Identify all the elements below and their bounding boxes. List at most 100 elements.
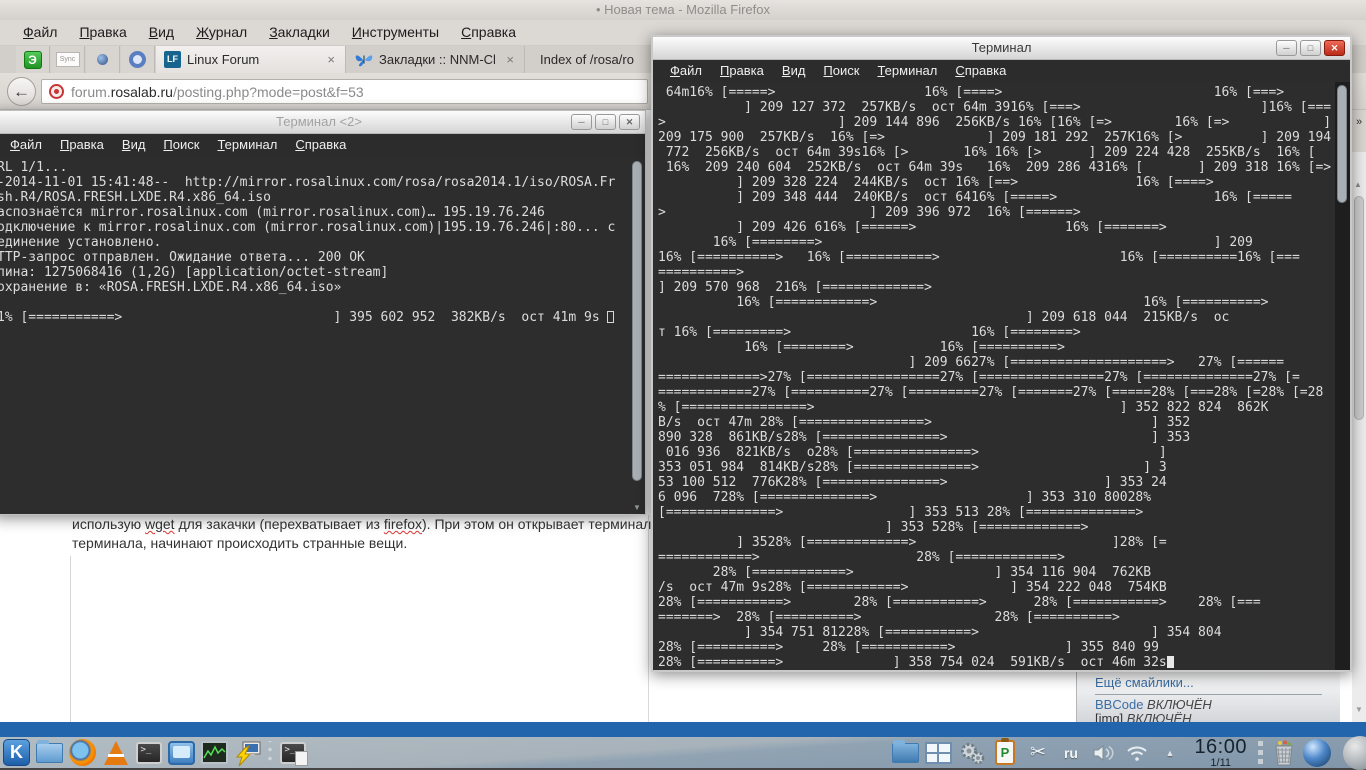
tab-linux-forum[interactable]: LF Linux Forum × — [156, 46, 346, 73]
panel-edge-button[interactable] — [1334, 738, 1365, 768]
firefox-icon — [69, 739, 96, 766]
terminal-line: единение установлено. — [0, 235, 630, 250]
page-scrollbar[interactable]: » ▲ ▼ — [1352, 110, 1366, 722]
menu-item[interactable]: Файл — [661, 60, 711, 82]
pinned-tab-1[interactable]: Э — [16, 46, 50, 73]
more-smilies-link[interactable]: Ещё смайлики... — [1095, 675, 1340, 690]
terminal-line: лина: 1275068416 (1,2G) [application/oct… — [0, 265, 630, 280]
menu-item[interactable]: Справка — [946, 60, 1015, 82]
close-button[interactable]: ✕ — [1324, 40, 1345, 56]
tab-nnm-club[interactable]: Закладки :: NNM-Club × — [347, 46, 525, 73]
url-bar[interactable]: forum.rosalab.ru/posting.php?mode=post&f… — [41, 79, 648, 104]
downloads-tray-icon[interactable] — [890, 738, 921, 768]
menu-item[interactable]: Поиск — [814, 60, 868, 82]
menu-item[interactable]: Вид — [773, 60, 815, 82]
terminal-launcher[interactable]: >_ — [133, 738, 164, 768]
terminal-line: [==============> ] 353 513 28% [========… — [658, 505, 1335, 520]
menu-item[interactable]: Терминал — [868, 60, 946, 82]
terminal-line: B/s ост 47m 28% [================> ] 352 — [658, 415, 1335, 430]
terminal-titlebar[interactable]: Терминал ─ □ ✕ — [653, 37, 1350, 60]
kmenu-button[interactable]: K — [1, 738, 32, 768]
scissors-tray[interactable]: ✂ — [1022, 738, 1053, 768]
menu-item[interactable]: Поиск — [154, 134, 208, 156]
clipboard-icon: P — [995, 740, 1015, 765]
terminal-icon: >_ — [136, 742, 162, 764]
scroll-up-icon[interactable]: ▲ — [1354, 180, 1362, 189]
remote-desktop-launcher[interactable] — [232, 738, 263, 768]
edge-circle-icon — [1343, 736, 1366, 770]
menu-item[interactable]: Закладки — [258, 20, 341, 45]
terminal2-scrollbar[interactable]: ▼ — [630, 157, 645, 514]
gears-icon — [958, 740, 986, 766]
pager-widget[interactable] — [923, 738, 954, 768]
terminal-line: т 16% [=========> 16% [========> — [658, 325, 1335, 340]
scroll-down-icon[interactable]: ▼ — [633, 503, 641, 512]
scrollbar-thumb[interactable] — [1337, 85, 1347, 203]
window-title: Терминал — [653, 37, 1350, 59]
terminal2-titlebar[interactable]: Терминал <2> ─ □ ✕ — [0, 111, 645, 134]
menu-item[interactable]: Правка — [51, 134, 113, 156]
scrollbar-thumb[interactable] — [1354, 196, 1364, 420]
menu-item[interactable]: Справка — [450, 20, 527, 45]
posting-sidebar: Ещё смайлики... BBCode ВКЛЮЧЁН [img] ВКЛ… — [1076, 672, 1340, 722]
vlc-cone-icon — [104, 741, 128, 765]
updater-widget[interactable] — [1301, 738, 1332, 768]
clock-widget[interactable]: 16:00 1/11 — [1194, 737, 1247, 769]
terminal2-output: RL 1/1...-2014-11-01 15:41:48-- http://m… — [0, 157, 630, 514]
terminal-cursor — [1167, 656, 1174, 668]
scrollbar-thumb[interactable] — [632, 161, 642, 481]
wifi-tray[interactable] — [1121, 738, 1152, 768]
menu-item[interactable]: Файл — [12, 20, 68, 45]
wifi-icon — [1124, 743, 1150, 763]
butterfly-favicon — [355, 52, 373, 68]
klipper-tray[interactable]: P — [989, 738, 1020, 768]
maximize-button[interactable]: □ — [595, 114, 616, 130]
menu-item[interactable]: Журнал — [185, 20, 258, 45]
pinned-tab-2[interactable]: Sync — [51, 46, 85, 73]
file-manager-launcher[interactable] — [34, 738, 65, 768]
tray-expander[interactable]: ▲ — [1154, 738, 1185, 768]
terminal-scrollbar[interactable] — [1335, 82, 1350, 670]
menu-item[interactable]: Справка — [286, 134, 355, 156]
terminal-line: одключение к mirror.rosalinux.com (mirro… — [0, 220, 630, 235]
minimize-button[interactable]: ─ — [1276, 40, 1297, 56]
menu-item[interactable]: Инструменты — [341, 20, 450, 45]
system-monitor-launcher[interactable] — [199, 738, 230, 768]
close-button[interactable]: ✕ — [619, 114, 640, 130]
trash-widget[interactable] — [1268, 738, 1299, 768]
tab-close-icon[interactable]: × — [504, 52, 516, 67]
bbcode-status: BBCode ВКЛЮЧЁН — [1095, 698, 1340, 712]
keyboard-layout-indicator[interactable]: ru — [1055, 738, 1086, 768]
vlc-launcher[interactable] — [100, 738, 131, 768]
volume-tray[interactable] — [1088, 738, 1119, 768]
blue-dot-tab-icon — [97, 54, 108, 65]
firefox-titlebar[interactable]: • Новая тема - Mozilla Firefox — [0, 0, 1366, 20]
tab-close-icon[interactable]: × — [325, 52, 337, 67]
minimize-button[interactable]: ─ — [571, 114, 592, 130]
terminal-line: ] 3528% [=============> ]28% [= — [658, 535, 1335, 550]
terminal-line: =============>27% [=================27% … — [658, 370, 1335, 385]
terminal-line: =======> 28% [==========> 28% [=========… — [658, 610, 1335, 625]
url-text: forum.rosalab.ru/posting.php?mode=post&f… — [71, 84, 364, 100]
pinned-tab-4[interactable] — [121, 46, 155, 73]
blue-sphere-icon — [1303, 739, 1331, 767]
menu-item[interactable]: Вид — [138, 20, 185, 45]
firefox-launcher[interactable] — [67, 738, 98, 768]
pinned-tab-3[interactable] — [86, 46, 120, 73]
system-settings-tray[interactable] — [956, 738, 987, 768]
menu-item[interactable]: Файл — [1, 134, 51, 156]
menu-item[interactable]: Терминал — [208, 134, 286, 156]
maximize-button[interactable]: □ — [1300, 40, 1321, 56]
scroll-down-icon[interactable]: ▼ — [1355, 705, 1363, 714]
terminal-line: ============27% [==========27% [========… — [658, 385, 1335, 400]
menu-item[interactable]: Вид — [113, 134, 155, 156]
terminal-line — [0, 295, 630, 310]
menu-item[interactable]: Правка — [68, 20, 137, 45]
menu-item[interactable]: Правка — [711, 60, 773, 82]
toolbar-overflow-button[interactable]: » — [1352, 110, 1366, 152]
terminal-session-task[interactable]: >_ — [277, 738, 308, 768]
terminal-line: ] 209 6627% [====================> 27% [… — [658, 355, 1335, 370]
terminal-line: 28% [============> ] 354 116 904 762KB — [658, 565, 1335, 580]
display-launcher[interactable] — [166, 738, 197, 768]
back-button[interactable]: ← — [7, 77, 36, 106]
